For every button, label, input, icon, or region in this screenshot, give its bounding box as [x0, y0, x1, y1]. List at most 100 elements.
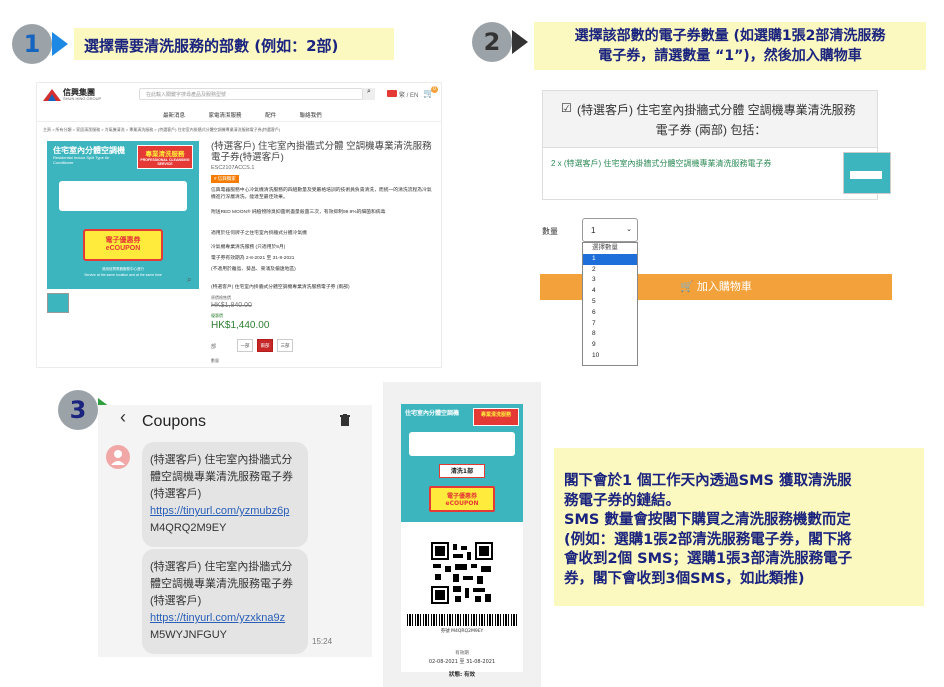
coupon-status: 狀態: 有效 [448, 672, 476, 678]
sms-info-box: 閣下會於1 個工作天內透過SMS 獲取清洗服 務電子券的鏈結。 SMS 數量會按… [554, 448, 924, 606]
validity-label: 有效期 [455, 651, 469, 656]
barcode [407, 614, 517, 626]
unit-label: 部 [211, 344, 217, 350]
product-desc-3: 適用於任何牌子之住宅室內掛牆式分體冷氣機 [211, 231, 307, 236]
dropdown-option-3[interactable]: 3 [583, 275, 637, 286]
add-to-cart-label: 加入購物車 [696, 281, 752, 293]
ecoupon-label: 電子優惠券 eCOUPON [83, 229, 163, 261]
dropdown-option-9[interactable]: 9 [583, 340, 637, 351]
dropdown-option-7[interactable]: 7 [583, 319, 637, 330]
zoom-icon[interactable]: ⌕ [187, 275, 191, 285]
nav-divider [37, 121, 441, 122]
info-line-5: 會收到2個 SMS；選購1張3部清洗服務電子 [564, 551, 853, 567]
image-tag: 專業清洗服務 PROFESSIONAL CLEANSING SERVICE [137, 145, 193, 169]
sms-2-link[interactable]: https://tinyurl.com/yzxkna9z [150, 612, 285, 624]
cart-count-badge: 0 [431, 86, 438, 93]
cart-panel-screenshot: ☑ (特選客戶) 住宅室內掛牆式分體 空調機專業清洗服務 電子券 (兩部) 包括… [522, 82, 897, 369]
image-footer-en: Service at the same location and at the … [84, 273, 162, 277]
breadcrumb: 主頁 > 所有分類 > 家居清潔服務 > 冷氣機清洗 > 專業清洗服務 > (特… [43, 127, 281, 132]
step-2-number: 2 [483, 28, 501, 56]
sms-message-1: (特選客戶) 住宅室內掛牆式分體空調機專業清洗服務電子券(特選客戶) https… [142, 442, 308, 547]
conversation-title: Coupons [142, 413, 207, 430]
coupon-ecoupon-label: 電子優惠券 eCOUPON [429, 486, 495, 512]
product-price: HK$1,440.00 [211, 320, 270, 331]
coupon-image: 住宅室內分體空調機 專業清洗服務 清洗1部 電子優惠券 eCOUPON [401, 404, 523, 522]
step-3-number: 3 [69, 396, 87, 424]
ecoupon-text: 電子優惠券 [105, 237, 141, 244]
sms-time: 15:24 [312, 637, 333, 646]
dropdown-option-5[interactable]: 5 [583, 297, 637, 308]
product-desc-1: 信興電器服務中心冷氣機清洗服務的四組數量及受嚴格培訓的技術員負責清洗，而統一的清… [211, 188, 432, 200]
youtube-icon[interactable] [387, 90, 397, 97]
product-desc-2: 附送RED MOON® 純植物除臭抑菌劑盡量殺菌三次，有效抑制99.9%的細菌和… [211, 210, 386, 215]
back-arrow-icon[interactable]: ‹ [120, 407, 126, 428]
dropdown-option-1[interactable]: 1 [583, 253, 637, 265]
package-item-text: 2 x (特選客戶) 住宅室內掛牆式分體空調機專業清洗服務電子券 [551, 159, 772, 168]
coupon-code: 券號 M4QRQ2M9EY [440, 629, 484, 634]
brand-logo [43, 87, 61, 103]
step-1-caption: 選擇需要清洗服務的部數 (例如：2部) [74, 28, 394, 60]
product-desc-6: (不適用於離島、葵昌、東涌及偏遠地區) [211, 267, 296, 272]
exclusive-badge: # 信興獨家 [211, 175, 239, 183]
step-2-badge: 2 [472, 22, 512, 62]
image-title-en: Residential Indoor Split Type Air Condit… [53, 155, 110, 165]
product-desc-5: 電子券有效期為 2-8-2021 至 31-8-2021 [211, 256, 295, 261]
product-thumbnail[interactable] [47, 293, 69, 313]
option-one-unit[interactable]: 一部 [237, 339, 253, 352]
coupon-ecoupon-text-en: eCOUPON [445, 500, 479, 507]
chevron-down-icon: ⌄ [626, 226, 632, 233]
package-item: 2 x (特選客戶) 住宅室內掛牆式分體空調機專業清洗服務電子券 [542, 148, 891, 200]
step-1-arrow [52, 32, 68, 56]
step-3-badge: 3 [58, 390, 98, 430]
quantity-select[interactable]: 1 ⌄ [582, 218, 638, 242]
info-line-2: 務電子券的鏈結。 [564, 492, 680, 509]
coupon-image-tag: 專業清洗服務 [473, 408, 519, 426]
step-2-arrow [512, 30, 528, 54]
main-nav: 最新消息 家電清潔服務 配件 聯絡我們 [163, 111, 344, 119]
coupon-image-title: 住宅室內分體空調機 [405, 410, 460, 417]
quantity-label: 數量 [542, 227, 558, 236]
product-title: (特選客戶) 住宅室內掛牆式分體 空調機專業清洗服務電子券(特選客戶) [211, 141, 432, 163]
product-image[interactable]: 住宅室內分體空調機 Residential Indoor Split Type … [47, 141, 199, 289]
dropdown-option-4[interactable]: 4 [583, 286, 637, 297]
sms-1-link[interactable]: https://tinyurl.com/yzmubz6p [150, 505, 289, 517]
search-input[interactable]: 在此輸入關鍵字搜尋產品及服務型號 [139, 88, 363, 100]
nav-accessories[interactable]: 配件 [265, 113, 276, 119]
delete-icon[interactable] [340, 413, 350, 426]
coupon-qty-tag: 清洗1部 [439, 464, 485, 478]
option-three-units[interactable]: 三部 [277, 339, 293, 352]
sms-1-text: (特選客戶) 住宅室內掛牆式分體空調機專業清洗服務電子券(特選客戶) [150, 454, 293, 500]
language-switch[interactable]: 繁 / EN [399, 90, 418, 99]
package-header: ☑ (特選客戶) 住宅室內掛牆式分體 空調機專業清洗服務 電子券 (兩部) 包括… [542, 90, 878, 148]
validity-dates: 02-08-2021 至 31-08-2021 [428, 659, 496, 665]
dropdown-option-8[interactable]: 8 [583, 329, 637, 340]
old-price: HK$1,840.00 [211, 302, 252, 309]
product-desc-7: (特選客戶) 住宅室內掛牆式分體空調機專業清洗服務電子券 (兩部) [211, 285, 350, 290]
search-placeholder: 在此輸入關鍵字搜尋產品及服務型號 [146, 92, 227, 98]
checkbox-icon: ☑ [561, 101, 572, 115]
dropdown-option-placeholder[interactable]: 選擇數量 [583, 243, 637, 254]
sms-2-code: M5WYJNFGUY [150, 629, 227, 641]
info-line-3: SMS 數量會按閣下購買之清洗服務機數而定 [564, 512, 851, 528]
dropdown-option-2[interactable]: 2 [583, 265, 637, 276]
quantity-dropdown-list[interactable]: 選擇數量 1 2 3 4 5 6 7 8 9 10 [582, 242, 638, 366]
dropdown-option-10[interactable]: 10 [583, 351, 637, 362]
info-line-6: 券，閣下會收到3個SMS，如此類推) [564, 570, 805, 587]
info-line-4: (例如：選購1張2部清洗服務電子券，閣下將 [564, 531, 852, 548]
thumbnail-ac-unit [850, 171, 882, 179]
sms-message-2: (特選客戶) 住宅室內掛牆式分體空調機專業清洗服務電子券(特選客戶) https… [142, 549, 308, 654]
air-conditioner-image [59, 181, 187, 211]
ecoupon-text-en: eCOUPON [105, 245, 141, 252]
option-two-units[interactable]: 兩部 [257, 339, 273, 352]
search-icon[interactable]: ⌕ [363, 88, 375, 100]
package-title-line-2: 電子券 (兩部) 包括： [655, 123, 767, 137]
quantity-select-value: 1 [591, 226, 596, 235]
dropdown-option-6[interactable]: 6 [583, 308, 637, 319]
coupon-ac-unit [409, 432, 515, 456]
sms-screenshot: ‹ Coupons (特選客戶) 住宅室內掛牆式分體空調機專業清洗服務電子券(特… [98, 405, 372, 657]
nav-contact[interactable]: 聯絡我們 [300, 113, 322, 119]
nav-cleaning[interactable]: 家電清潔服務 [209, 113, 242, 119]
brand-sub: SHUN HING GROUP [63, 96, 102, 101]
product-page-screenshot: 信興集團 SHUN HING GROUP 在此輸入關鍵字搜尋產品及服務型號 ⌕ … [36, 82, 442, 368]
nav-news[interactable]: 最新消息 [163, 113, 185, 119]
